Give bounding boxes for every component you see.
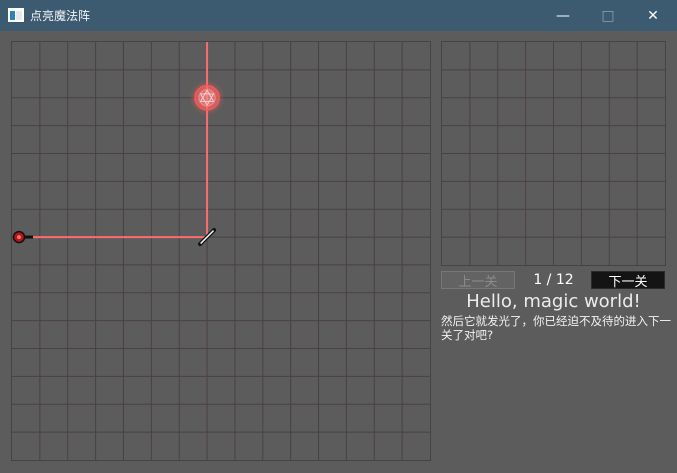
minimize-button[interactable]: —: [540, 0, 586, 31]
maximize-icon: □: [601, 7, 615, 24]
message-title: Hello, magic world!: [466, 291, 641, 312]
maximize-button[interactable]: □: [585, 0, 631, 31]
close-button[interactable]: ✕: [630, 0, 676, 31]
message-body: 然后它就发光了，你已经迫不及待的进入下一关了对吧?: [441, 314, 671, 342]
emitter-lens: [17, 235, 21, 240]
puzzle-board-canvas[interactable]: [12, 42, 430, 460]
puzzle-board[interactable]: [11, 41, 431, 461]
preview-board: [441, 41, 666, 266]
preview-board-canvas: [442, 42, 665, 265]
prev-level-button[interactable]: 上一关: [441, 271, 515, 290]
level-counter: 1 / 12: [533, 272, 574, 288]
close-icon: ✕: [647, 7, 659, 24]
app-window-icon: [8, 8, 24, 22]
next-level-button[interactable]: 下一关: [591, 271, 665, 290]
window-title: 点亮魔法阵: [30, 9, 91, 23]
grid-lines: [12, 42, 430, 460]
title-bar: 点亮魔法阵 — □ ✕: [0, 0, 677, 31]
laser-emitter-icon: [12, 230, 33, 244]
minimize-icon: —: [556, 7, 570, 24]
magic-circle-icon: [194, 84, 220, 111]
grid-lines: [442, 42, 665, 265]
